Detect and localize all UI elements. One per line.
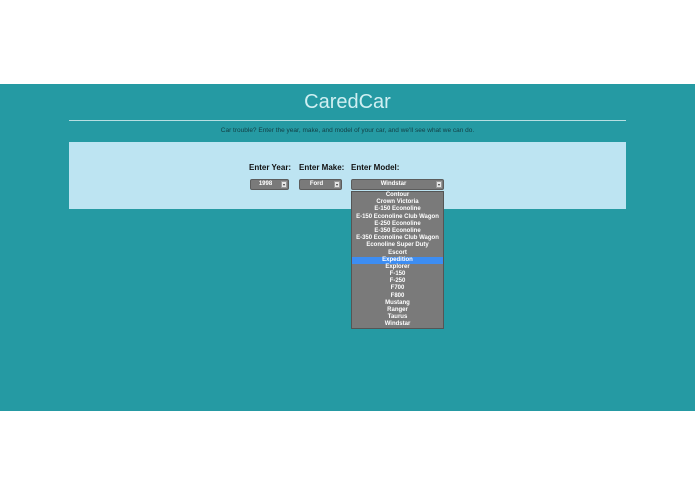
chevron-down-icon [334,181,340,188]
model-option[interactable]: Taurus [352,314,443,321]
chevron-down-icon [281,181,287,188]
model-option[interactable]: E-350 Econoline Club Wagon [352,235,443,242]
chevron-down-icon [436,181,442,188]
model-option[interactable]: F-250 [352,278,443,285]
model-option[interactable]: Contour [352,192,443,199]
model-option[interactable]: Escort [352,250,443,257]
model-option[interactable]: Econoline Super Duty [352,242,443,249]
model-option[interactable]: E-150 Econoline [352,206,443,213]
model-select[interactable]: Windstar [351,179,444,190]
model-option[interactable]: Windstar [352,321,443,328]
model-option[interactable]: E-250 Econoline [352,221,443,228]
model-option[interactable]: Mustang [352,300,443,307]
model-option[interactable]: Ranger [352,307,443,314]
model-option[interactable]: F-150 [352,271,443,278]
app-title: CaredCar [304,91,391,113]
model-option[interactable]: F800 [352,293,443,300]
model-option[interactable]: Explorer [352,264,443,271]
model-option[interactable]: F700 [352,285,443,292]
model-option[interactable]: Expedition [352,256,443,264]
make-label: Enter Make: [299,163,345,172]
vehicle-form-panel [69,142,626,209]
model-select-value: Windstar [380,181,407,187]
year-label: Enter Year: [249,163,292,172]
app-subtitle: Car trouble? Enter the year, make, and m… [220,127,475,134]
title-divider [69,120,626,121]
model-label: Enter Model: [351,163,400,172]
year-select-value: 1998 [258,181,273,187]
model-option[interactable]: E-350 Econoline [352,228,443,235]
model-dropdown-list[interactable]: Contour Crown Victoria E-150 Econoline E-15… [351,191,444,329]
model-option[interactable]: Crown Victoria [352,199,443,206]
make-select[interactable]: Ford [299,179,342,190]
model-option[interactable]: E-150 Econoline Club Wagon [352,214,443,221]
make-select-value: Ford [309,181,324,187]
year-select[interactable]: 1998 [250,179,289,190]
